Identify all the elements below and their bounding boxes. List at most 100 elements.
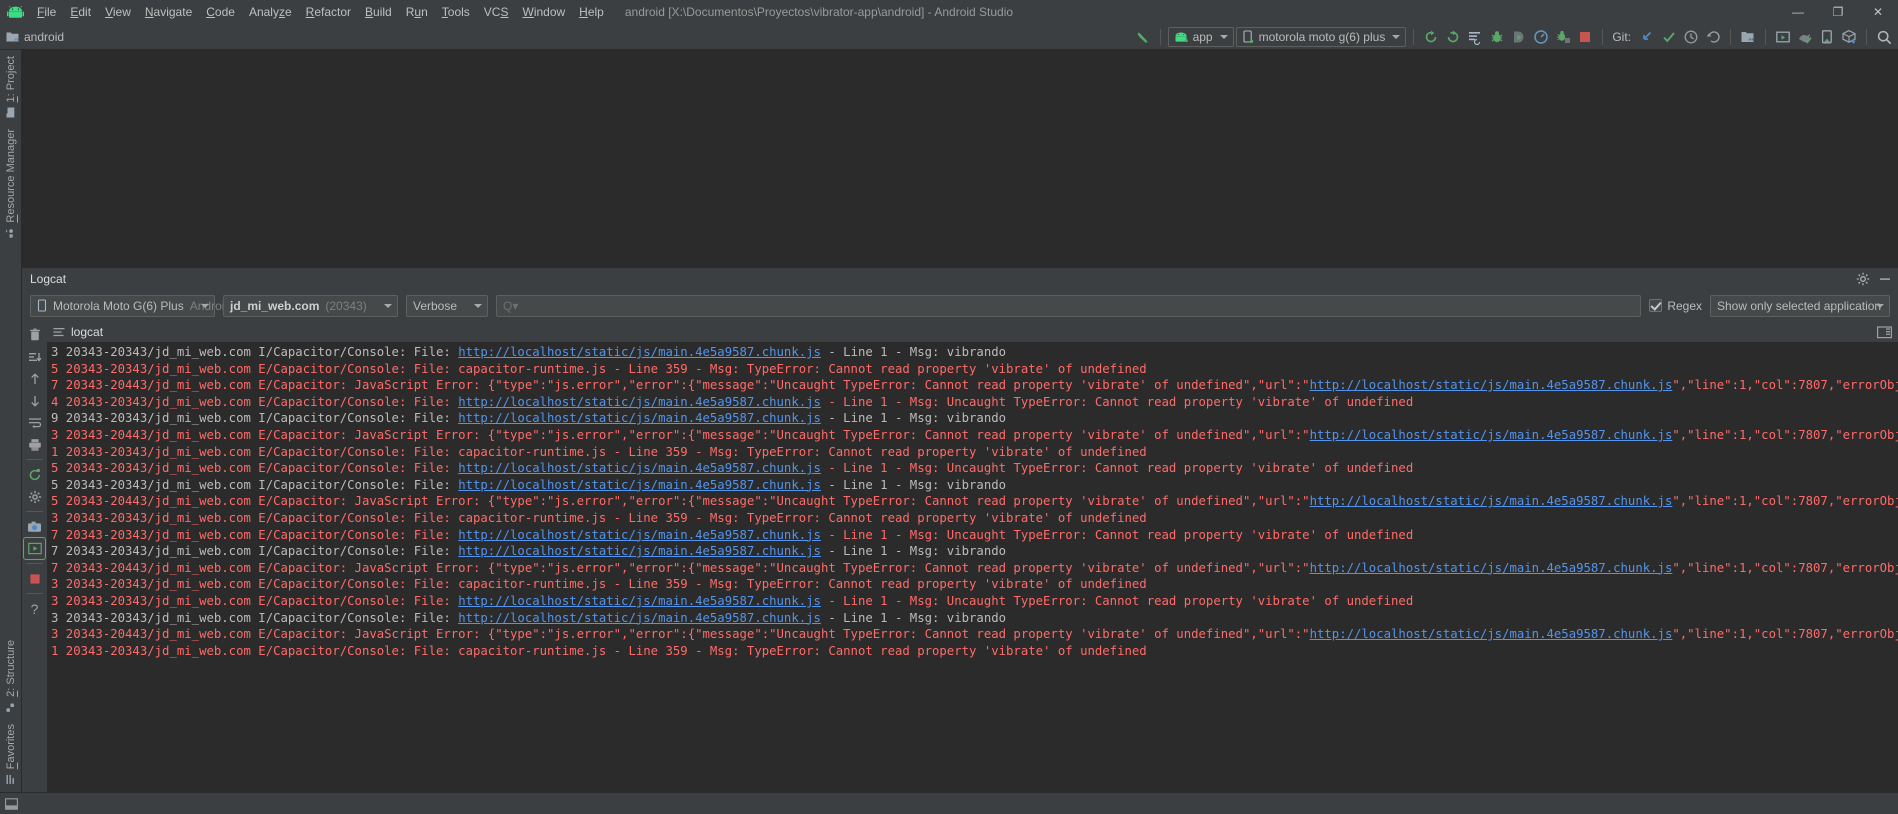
log-line[interactable]: 7 20343-20343/jd_mi_web.com I/Capacitor/…: [47, 543, 1898, 560]
menu-item-code[interactable]: Code: [199, 2, 242, 22]
search-icon[interactable]: [1874, 27, 1894, 47]
device-selector[interactable]: motorola moto g(6) plus: [1235, 27, 1407, 47]
log-link[interactable]: http://localhost/static/js/main.4e5a9587…: [458, 345, 821, 359]
log-link[interactable]: http://localhost/static/js/main.4e5a9587…: [1310, 494, 1673, 508]
log-link[interactable]: http://localhost/static/js/main.4e5a9587…: [458, 478, 821, 492]
breadcrumb[interactable]: android: [0, 30, 64, 44]
log-link[interactable]: http://localhost/static/js/main.4e5a9587…: [458, 544, 821, 558]
log-line[interactable]: 4 20343-20343/jd_mi_web.com E/Capacitor/…: [47, 394, 1898, 411]
project-structure-dialog-icon[interactable]: [1738, 27, 1758, 47]
menu-item-build[interactable]: Build: [358, 2, 399, 22]
regex-checkbox[interactable]: Regex: [1649, 299, 1702, 313]
gear-icon[interactable]: [1856, 272, 1870, 286]
device-file-explorer-icon[interactable]: [1817, 27, 1837, 47]
logcat-search-input[interactable]: Q▾: [496, 294, 1642, 317]
commit-icon[interactable]: [1659, 27, 1679, 47]
split-panel-icon[interactable]: [1877, 325, 1892, 339]
sidebar-item-structure[interactable]: 2: Structure: [3, 634, 19, 718]
menu-item-navigate[interactable]: Navigate: [138, 2, 199, 22]
logcat-level-selector[interactable]: Verbose: [406, 294, 488, 317]
log-link[interactable]: http://localhost/static/js/main.4e5a9587…: [1310, 428, 1673, 442]
sync-project-icon[interactable]: [1443, 27, 1463, 47]
logcat-device-selector[interactable]: Motorola Moto G(6) Plus Androi: [30, 294, 224, 317]
log-link[interactable]: http://localhost/static/js/main.4e5a9587…: [458, 411, 821, 425]
restart-icon[interactable]: [24, 464, 45, 485]
sidebar-item-resource-manager[interactable]: Resource Manager: [3, 123, 19, 244]
project-structure-icon[interactable]: [1465, 27, 1485, 47]
sidebar-item-project[interactable]: 1: Project: [3, 50, 19, 123]
minimize-icon[interactable]: [1878, 272, 1892, 286]
log-line[interactable]: 3 20343-20343/jd_mi_web.com I/Capacitor/…: [47, 344, 1898, 361]
menu-item-run[interactable]: Run: [399, 2, 435, 22]
menu-item-edit[interactable]: Edit: [63, 2, 98, 22]
menu-item-vcs[interactable]: VCS: [477, 2, 516, 22]
run-coverage-icon[interactable]: [1509, 27, 1529, 47]
close-button[interactable]: ✕: [1858, 0, 1898, 24]
screen-record-icon[interactable]: [23, 537, 46, 560]
log-link[interactable]: http://localhost/static/js/main.4e5a9587…: [1310, 627, 1673, 641]
log-line[interactable]: 3 20343-20343/jd_mi_web.com I/Capacitor/…: [47, 610, 1898, 627]
log-link[interactable]: http://localhost/static/js/main.4e5a9587…: [458, 594, 821, 608]
logcat-tab-label[interactable]: logcat: [71, 325, 103, 339]
scroll-to-end-icon[interactable]: [24, 346, 45, 367]
empty-editor-canvas[interactable]: [22, 50, 1898, 267]
log-line[interactable]: 3 20343-20343/jd_mi_web.com E/Capacitor/…: [47, 510, 1898, 527]
debug-icon[interactable]: [1487, 27, 1507, 47]
log-line[interactable]: 7 20343-20343/jd_mi_web.com E/Capacitor/…: [47, 527, 1898, 544]
minimize-button[interactable]: —: [1778, 0, 1818, 24]
log-line[interactable]: 1 20343-20343/jd_mi_web.com E/Capacitor/…: [47, 643, 1898, 660]
logcat-output[interactable]: 3 20343-20343/jd_mi_web.com I/Capacitor/…: [47, 342, 1898, 792]
menu-item-view[interactable]: View: [98, 2, 138, 22]
menu-item-file[interactable]: File: [30, 2, 63, 22]
sync-gradle-icon[interactable]: [1421, 27, 1441, 47]
up-arrow-icon[interactable]: [24, 368, 45, 389]
clear-logcat-icon[interactable]: [24, 324, 45, 345]
log-line[interactable]: 5 20343-20343/jd_mi_web.com E/Capacitor/…: [47, 361, 1898, 378]
menu-item-refactor[interactable]: Refactor: [299, 2, 358, 22]
status-bar-toggle-icon[interactable]: [0, 797, 22, 810]
build-hammer-icon[interactable]: [1133, 27, 1153, 47]
update-project-icon[interactable]: [1637, 27, 1657, 47]
soft-wrap-icon[interactable]: [24, 412, 45, 433]
sdk-manager-icon[interactable]: [1795, 27, 1815, 47]
rollback-icon[interactable]: [1703, 27, 1723, 47]
stop-icon[interactable]: [1575, 27, 1595, 47]
log-line[interactable]: 3 20343-20443/jd_mi_web.com E/Capacitor:…: [47, 427, 1898, 444]
log-line[interactable]: 3 20343-20343/jd_mi_web.com E/Capacitor/…: [47, 593, 1898, 610]
log-line[interactable]: 5 20343-20443/jd_mi_web.com E/Capacitor:…: [47, 493, 1898, 510]
log-link[interactable]: http://localhost/static/js/main.4e5a9587…: [1310, 378, 1673, 392]
menu-item-analyze[interactable]: Analyze: [242, 2, 299, 22]
log-line[interactable]: 5 20343-20343/jd_mi_web.com I/Capacitor/…: [47, 477, 1898, 494]
log-link[interactable]: http://localhost/static/js/main.4e5a9587…: [458, 461, 821, 475]
avd-manager-icon[interactable]: [1773, 27, 1793, 47]
log-link[interactable]: http://localhost/static/js/main.4e5a9587…: [458, 611, 821, 625]
attach-debugger-icon[interactable]: [1553, 27, 1573, 47]
log-line[interactable]: 3 20343-20443/jd_mi_web.com E/Capacitor:…: [47, 626, 1898, 643]
screenshot-icon[interactable]: [24, 516, 45, 537]
log-line[interactable]: 1 20343-20343/jd_mi_web.com E/Capacitor/…: [47, 444, 1898, 461]
log-line[interactable]: 7 20343-20443/jd_mi_web.com E/Capacitor:…: [47, 560, 1898, 577]
log-line[interactable]: 9 20343-20343/jd_mi_web.com I/Capacitor/…: [47, 410, 1898, 427]
run-configuration-selector[interactable]: app: [1167, 27, 1234, 47]
menu-item-help[interactable]: Help: [572, 2, 611, 22]
maximize-button[interactable]: ❐: [1818, 0, 1858, 24]
profiler-icon[interactable]: [1531, 27, 1551, 47]
log-line[interactable]: 7 20343-20443/jd_mi_web.com E/Capacitor:…: [47, 377, 1898, 394]
logcat-filter-selector[interactable]: Show only selected application: [1710, 294, 1890, 317]
sidebar-item-favorites[interactable]: Favorites: [3, 718, 19, 790]
log-line[interactable]: 3 20343-20343/jd_mi_web.com E/Capacitor/…: [47, 576, 1898, 593]
menu-item-tools[interactable]: Tools: [435, 2, 477, 22]
menu-item-window[interactable]: Window: [515, 2, 572, 22]
settings-gear-icon[interactable]: [24, 486, 45, 507]
logcat-process-selector[interactable]: jd_mi_web.com (20343): [223, 294, 398, 317]
stop-icon[interactable]: [24, 568, 45, 589]
print-icon[interactable]: [24, 434, 45, 455]
log-link[interactable]: http://localhost/static/js/main.4e5a9587…: [458, 528, 821, 542]
layout-inspector-icon[interactable]: [1839, 27, 1859, 47]
log-link[interactable]: http://localhost/static/js/main.4e5a9587…: [458, 395, 821, 409]
log-link[interactable]: http://localhost/static/js/main.4e5a9587…: [1310, 561, 1673, 575]
log-line[interactable]: 5 20343-20343/jd_mi_web.com E/Capacitor/…: [47, 460, 1898, 477]
history-icon[interactable]: [1681, 27, 1701, 47]
down-arrow-icon[interactable]: [24, 390, 45, 411]
help-icon[interactable]: ?: [24, 598, 45, 619]
